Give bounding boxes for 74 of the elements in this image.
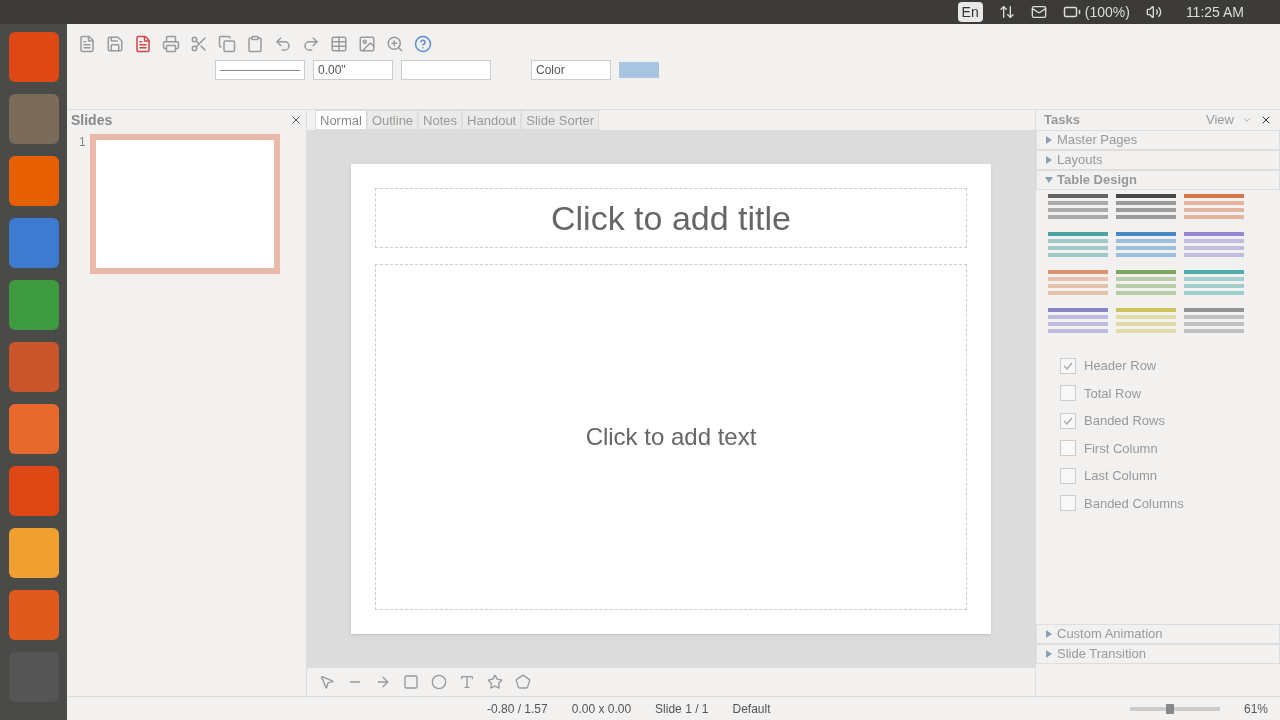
text-icon[interactable]	[459, 674, 475, 690]
zoom-slider[interactable]	[1129, 706, 1220, 711]
collapsed-triangle-icon	[1045, 650, 1053, 658]
expanded-triangle-icon	[1045, 176, 1053, 184]
battery-percent: (100%)	[1084, 3, 1130, 22]
launcher-app-icon[interactable]	[8, 280, 59, 330]
view-tab[interactable]: Outline	[366, 110, 419, 130]
checkbox[interactable]	[1060, 357, 1076, 374]
check-icon	[1063, 415, 1073, 426]
title-placeholder[interactable]: Click to add title	[375, 188, 967, 248]
ellipse-icon[interactable]	[431, 674, 447, 690]
launcher-app-icon[interactable]	[8, 94, 59, 144]
select-icon[interactable]	[319, 674, 335, 690]
content-placeholder[interactable]: Click to add text	[375, 264, 967, 610]
area-color-field[interactable]: Color	[531, 60, 611, 80]
checkbox[interactable]	[1060, 385, 1076, 402]
clock[interactable]: 11:25 AM	[1185, 2, 1244, 22]
checkbox[interactable]	[1060, 440, 1076, 457]
panel-title: Slides	[71, 111, 113, 130]
slide-thumbnail[interactable]	[89, 134, 280, 274]
launcher-app-icon[interactable]	[8, 218, 59, 268]
collapsed-triangle-icon	[1045, 156, 1053, 164]
task-section-header[interactable]: Table Design	[1036, 170, 1280, 190]
launcher-app-icon[interactable]	[8, 404, 59, 454]
network-icon[interactable]	[998, 4, 1015, 20]
option-label: Header Row	[1084, 357, 1157, 375]
zoom-percent: 61%	[1243, 700, 1268, 717]
keyboard-indicator[interactable]: En	[957, 2, 983, 22]
slide-indicator: Slide 1 / 1	[655, 700, 709, 717]
star-icon[interactable]	[487, 674, 503, 690]
launcher-app-icon[interactable]	[8, 156, 59, 206]
collapsed-triangle-icon	[1045, 630, 1053, 638]
view-tab[interactable]: Slide Sorter	[521, 110, 600, 130]
panel-title: Tasks	[1044, 111, 1080, 130]
launcher-app-icon[interactable]	[8, 342, 59, 392]
close-icon[interactable]	[290, 114, 302, 126]
launcher-app-icon[interactable]	[8, 590, 59, 640]
master-page-name: Default	[732, 700, 771, 717]
collapsed-triangle-icon	[1045, 136, 1053, 144]
arrow-icon[interactable]	[375, 674, 391, 690]
task-section-header[interactable]: Master Pages	[1036, 130, 1280, 150]
size-readout: 0.00 x 0.00	[571, 700, 632, 717]
view-tab[interactable]: Normal	[315, 110, 367, 130]
slide-number: 1	[79, 134, 86, 150]
rectangle-icon[interactable]	[403, 674, 419, 690]
check-icon	[1063, 360, 1073, 371]
task-section-header[interactable]: Slide Transition	[1036, 644, 1280, 664]
task-section-header[interactable]: Custom Animation	[1036, 624, 1280, 644]
option-label: First Column	[1084, 439, 1158, 458]
style-field[interactable]	[401, 60, 491, 80]
line-width-field[interactable]	[215, 60, 305, 80]
volume-icon[interactable]	[1145, 4, 1162, 20]
position-field[interactable]: 0.00"	[313, 60, 393, 80]
position-readout: -0.80 / 1.57	[487, 700, 548, 717]
polygon-icon[interactable]	[515, 674, 531, 690]
task-section-header[interactable]: Layouts	[1036, 150, 1280, 170]
view-tab[interactable]: Handout	[462, 110, 522, 130]
checkbox[interactable]	[1060, 495, 1076, 512]
dropdown-icon[interactable]	[1242, 115, 1252, 125]
launcher-app-icon[interactable]	[8, 466, 59, 516]
option-label: Total Row	[1084, 384, 1142, 403]
option-label: Banded Rows	[1084, 412, 1165, 430]
mail-icon[interactable]	[1030, 4, 1047, 20]
checkbox[interactable]	[1060, 467, 1076, 484]
launcher-app-icon[interactable]	[8, 528, 59, 578]
view-menu[interactable]: View	[1206, 110, 1234, 130]
zoom-thumb[interactable]	[1166, 703, 1175, 714]
option-label: Last Column	[1084, 467, 1157, 485]
view-tab[interactable]: Notes	[418, 110, 463, 130]
checkbox[interactable]	[1060, 412, 1076, 429]
option-label: Banded Columns	[1084, 494, 1184, 513]
color-swatch[interactable]	[619, 62, 659, 78]
launcher-app-icon[interactable]	[8, 32, 59, 82]
close-icon[interactable]	[1260, 114, 1272, 126]
